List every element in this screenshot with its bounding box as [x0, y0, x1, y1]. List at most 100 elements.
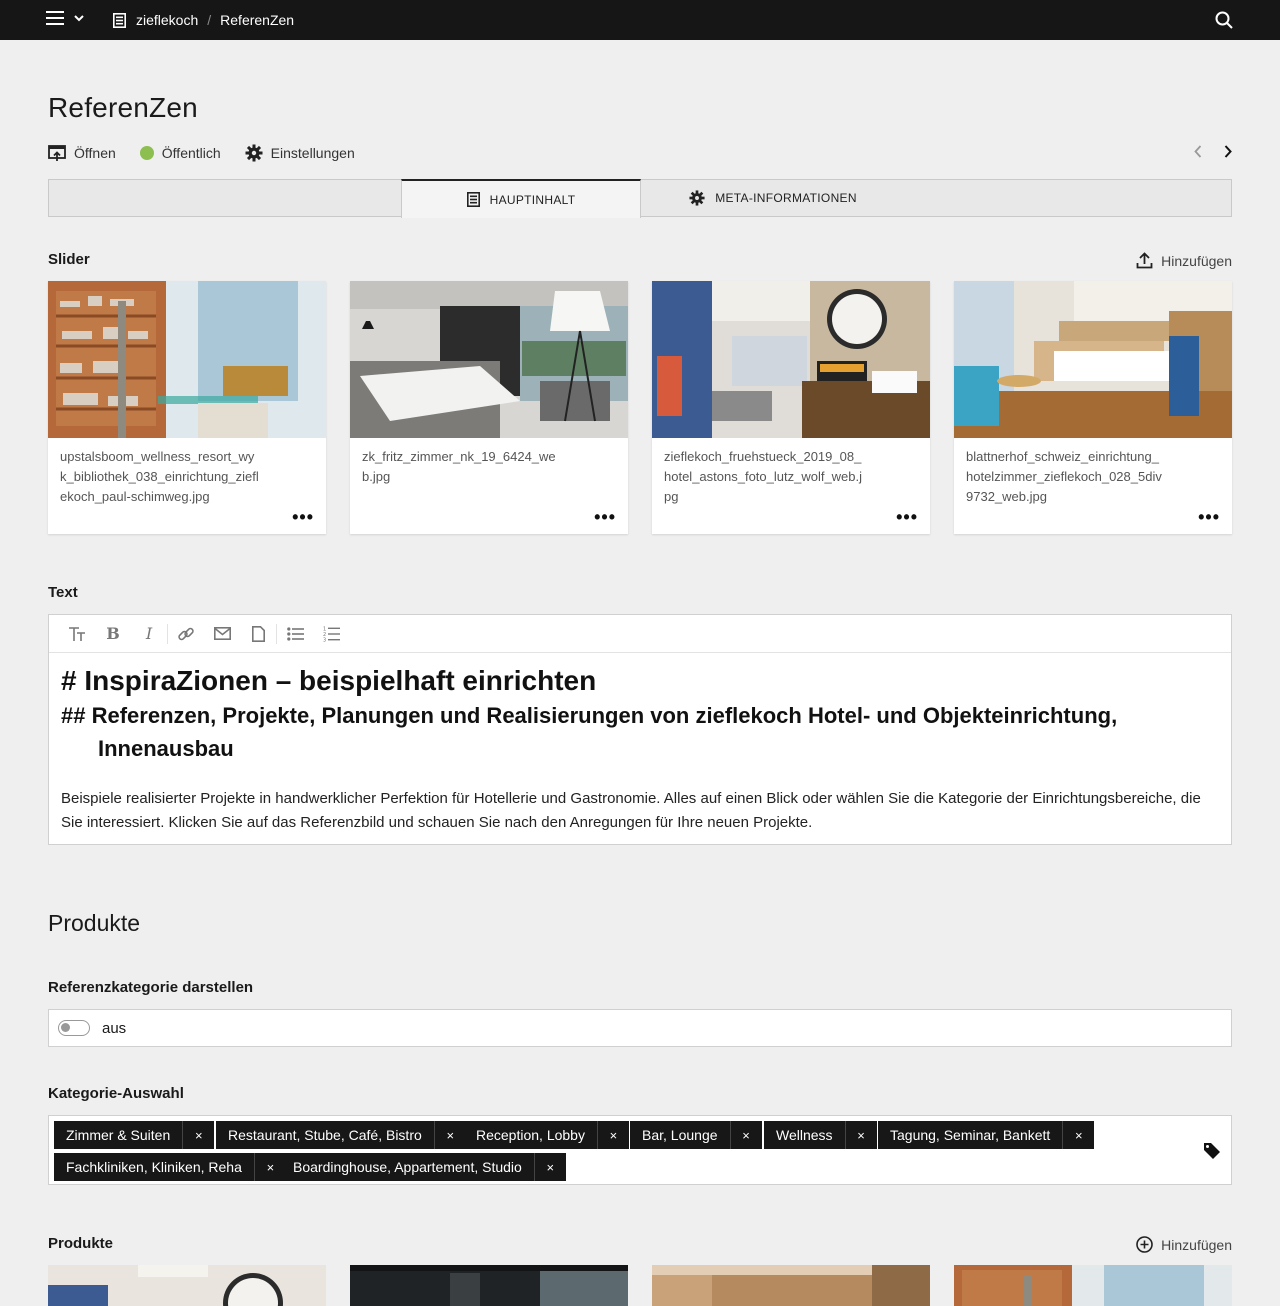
image-filename: blattnerhof_schweiz_einrichtung_hotelzim…: [966, 449, 1162, 504]
editor-toolbar: B I 123: [49, 615, 1231, 653]
tab-meta-label: META-INFORMATIONEN: [715, 191, 857, 205]
menu-button[interactable]: [46, 11, 84, 25]
text-label: Text: [48, 584, 78, 601]
product-thumbnail: [954, 1265, 1232, 1306]
remove-tag-button[interactable]: ×: [729, 1121, 762, 1149]
breadcrumb-item-current[interactable]: ReferenZen: [220, 12, 294, 28]
open-button[interactable]: Öffnen: [48, 144, 116, 162]
image-more-button[interactable]: •••: [594, 508, 616, 526]
file-icon: [251, 625, 265, 642]
tab-meta-information[interactable]: META-INFORMATIONEN: [641, 179, 905, 217]
category-tag: Restaurant, Stube, Café, Bistro ×: [216, 1121, 466, 1149]
open-page-icon: [48, 144, 66, 161]
remove-tag-button[interactable]: ×: [1062, 1121, 1094, 1149]
category-selection-label: Kategorie-Auswahl: [48, 1085, 184, 1102]
numbered-list-icon: 123: [323, 626, 340, 642]
tag-label: Fachkliniken, Kliniken, Reha: [66, 1159, 242, 1175]
product-thumbnail: [48, 1265, 326, 1306]
products-add-label: Hinzufügen: [1161, 1236, 1232, 1253]
open-label: Öffnen: [74, 145, 116, 161]
image-filename: zk_fritz_zimmer_nk_19_6424_web.jpg: [362, 449, 556, 484]
breadcrumb: zieflekoch / ReferenZen: [113, 12, 294, 28]
numbered-list-button[interactable]: 123: [313, 615, 349, 653]
remove-tag-button[interactable]: ×: [596, 1121, 629, 1149]
image-more-button[interactable]: •••: [1198, 508, 1220, 526]
hamburger-icon: [46, 11, 64, 25]
product-card[interactable]: [652, 1265, 930, 1306]
visibility-label: Öffentlich: [161, 145, 221, 161]
slider-add-button[interactable]: Hinzufügen: [1136, 252, 1232, 269]
tag-label: Zimmer & Suiten: [66, 1127, 171, 1143]
remove-tag-button[interactable]: ×: [182, 1121, 214, 1149]
top-bar: zieflekoch / ReferenZen: [0, 0, 1280, 40]
page-actions: Öffnen Öffentlich Einstellungen: [48, 144, 379, 162]
asset-link-button[interactable]: [240, 615, 276, 653]
format-button[interactable]: [59, 615, 95, 653]
link-icon: [178, 627, 194, 640]
product-card[interactable]: [350, 1265, 628, 1306]
bullet-list-button[interactable]: [277, 615, 313, 653]
category-tag: Boardinghouse, Appartement, Studio ×: [281, 1153, 566, 1181]
plus-circle-icon: [1136, 1236, 1153, 1253]
image-more-button[interactable]: •••: [896, 508, 918, 526]
category-tag: Wellness ×: [764, 1121, 877, 1149]
slider-image-card[interactable]: zk_fritz_zimmer_nk_19_6424_web.jpg •••: [350, 281, 628, 534]
rich-text-editor: B I 123 # InspiraZionen – beispielhaft e…: [48, 614, 1232, 845]
visibility-toggle[interactable]: Öffentlich: [139, 145, 221, 161]
document-icon: [466, 192, 480, 207]
category-tag: Zimmer & Suiten ×: [54, 1121, 215, 1149]
category-tag: Reception, Lobby ×: [464, 1121, 629, 1149]
tag-label: Bar, Lounge: [642, 1127, 718, 1143]
product-card[interactable]: [954, 1265, 1232, 1306]
gear-icon: [245, 144, 263, 162]
link-button[interactable]: [168, 615, 204, 653]
produkte-section-heading: Produkte: [48, 910, 141, 936]
tab-main-label: HAUPTINHALT: [489, 192, 576, 207]
tab-main-content[interactable]: HAUPTINHALT: [401, 179, 641, 218]
image-thumbnail: [350, 281, 628, 438]
remove-tag-button[interactable]: ×: [844, 1121, 877, 1149]
remove-tag-button[interactable]: ×: [533, 1153, 566, 1181]
slider-add-label: Hinzufügen: [1161, 252, 1232, 269]
previous-page-button[interactable]: [1194, 145, 1202, 158]
content-heading-2: ## Referenzen, Projekte, Planungen und R…: [61, 703, 1118, 761]
page-pager: [1194, 145, 1232, 158]
slider-image-card[interactable]: blattnerhof_schweiz_einrichtung_hotelzim…: [954, 281, 1232, 534]
bold-button[interactable]: B: [95, 615, 131, 653]
editor-content[interactable]: # InspiraZionen – beispielhaft einrichte…: [49, 653, 1231, 845]
image-more-button[interactable]: •••: [292, 508, 314, 526]
content-heading-1: # InspiraZionen – beispielhaft einrichte…: [61, 665, 597, 696]
image-filename: zieflekoch_fruehstueck_2019_08_hotel_ast…: [664, 449, 863, 504]
remove-tag-button[interactable]: ×: [433, 1121, 466, 1149]
search-button[interactable]: [1215, 11, 1233, 34]
category-selection-field[interactable]: Zimmer & Suiten × Restaurant, Stube, Café…: [48, 1115, 1232, 1185]
page-icon: [113, 12, 126, 28]
bullet-list-icon: [286, 626, 304, 641]
text-format-icon: [69, 626, 85, 641]
reference-category-toggle[interactable]: [58, 1020, 90, 1036]
status-dot-icon: [139, 146, 154, 160]
next-page-button[interactable]: [1224, 145, 1232, 158]
svg-text:3: 3: [323, 637, 326, 642]
category-tag: Fachkliniken, Kliniken, Reha ×: [54, 1153, 286, 1181]
product-card[interactable]: [48, 1265, 326, 1306]
tag-label: Restaurant, Stube, Café, Bistro: [228, 1127, 422, 1143]
chevron-left-icon: [1194, 145, 1202, 158]
email-link-button[interactable]: [204, 615, 240, 653]
tag-label: Wellness: [776, 1127, 833, 1143]
breadcrumb-item-root[interactable]: zieflekoch: [136, 12, 198, 28]
breadcrumb-separator: /: [207, 12, 212, 28]
italic-button[interactable]: I: [131, 615, 167, 653]
image-thumbnail: [954, 281, 1232, 438]
slider-image-card[interactable]: upstalsboom_wellness_resort_wyk_biblioth…: [48, 281, 326, 534]
content-tabs: HAUPTINHALT META-INFORMATIONEN: [48, 179, 1232, 218]
tag-label: Tagung, Seminar, Bankett: [890, 1127, 1051, 1143]
reference-category-field: aus: [48, 1009, 1232, 1047]
tag-label: Reception, Lobby: [476, 1127, 585, 1143]
products-add-button[interactable]: Hinzufügen: [1136, 1236, 1232, 1253]
slider-image-card[interactable]: zieflekoch_fruehstueck_2019_08_hotel_ast…: [652, 281, 930, 534]
product-thumbnail: [652, 1265, 930, 1306]
bold-icon: B: [106, 624, 120, 643]
settings-button[interactable]: Einstellungen: [245, 144, 355, 162]
italic-icon: I: [145, 624, 153, 643]
